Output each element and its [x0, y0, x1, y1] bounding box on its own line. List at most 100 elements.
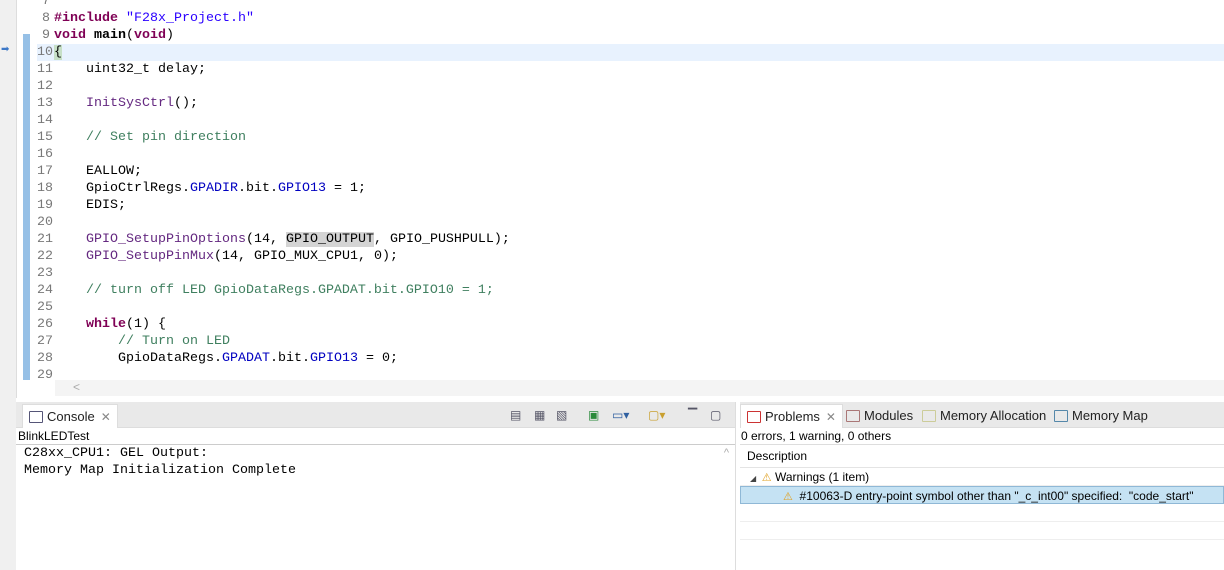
line-number: 20 [37, 215, 53, 230]
memory-allocation-icon [922, 410, 936, 422]
word-wrap-icon[interactable]: ▧ [556, 408, 567, 422]
scroll-up-icon[interactable]: ^ [724, 447, 729, 459]
code-line[interactable]: 12 [37, 78, 1224, 95]
console-output-line: C28xx_CPU1: GEL Output: [24, 446, 208, 461]
maximize-icon[interactable]: ▢ [710, 408, 721, 422]
code-line[interactable]: 23 [37, 265, 1224, 282]
problem-row[interactable]: ⚠ #10063-D entry-point symbol other than… [740, 486, 1224, 504]
code-line[interactable]: 15 // Set pin direction [37, 129, 1224, 146]
code-line[interactable]: 24 // turn off LED GpioDataRegs.GPADAT.b… [37, 282, 1224, 299]
code-token: "F28x_Project.h" [125, 11, 254, 26]
left-trim [0, 0, 16, 570]
close-icon[interactable]: ✕ [826, 410, 836, 424]
line-number: 15 [37, 130, 53, 145]
group-label: Warnings (1 item) [774, 470, 870, 484]
line-number: 22 [37, 249, 53, 264]
tab-label: Memory Map [1072, 408, 1148, 423]
code-token: .bit. [269, 351, 310, 366]
display-console-icon[interactable]: ▭▾ [612, 408, 629, 422]
code-editor[interactable]: 7 8 #include "F28x_Project.h" 9 void main(vo… [16, 0, 1224, 398]
code-line[interactable]: 27 // Turn on LED [37, 333, 1224, 350]
minimize-icon[interactable]: ▔ [688, 408, 697, 422]
code-token: = 0; [357, 351, 398, 366]
code-token: { [54, 45, 62, 60]
code-line[interactable]: 19 EDIS; [37, 197, 1224, 214]
code-token: .bit. [237, 181, 278, 196]
code-line[interactable]: 14 [37, 112, 1224, 129]
code-line[interactable]: 9 void main(void) [37, 27, 1224, 44]
line-number: 9 [42, 28, 50, 43]
line-number: 17 [37, 164, 53, 179]
line-number: 26 [37, 317, 53, 332]
code-token: (14, [245, 232, 286, 247]
tab-memory-map[interactable]: Memory Map [1048, 404, 1154, 428]
code-line[interactable]: 26 while(1) { [37, 316, 1224, 333]
scroll-lock-icon[interactable]: ▦ [534, 408, 545, 422]
line-number: 14 [37, 113, 53, 128]
line-number: 25 [37, 300, 53, 315]
code-line[interactable]: 18 GpioCtrlRegs.GPADIR.bit.GPIO13 = 1; [37, 180, 1224, 197]
code-token: GPADIR [189, 181, 238, 196]
console-icon [29, 411, 43, 423]
new-console-icon[interactable]: ▢▾ [648, 408, 665, 422]
code-token: (1) { [126, 317, 166, 332]
code-token: (); [173, 96, 198, 111]
code-token: void [54, 28, 86, 43]
tab-label: Memory Allocation [940, 408, 1047, 423]
code-token: EALLOW; [54, 164, 142, 179]
tab-problems[interactable]: Problems ✕ [740, 404, 843, 428]
memory-map-icon [1054, 410, 1068, 422]
instruction-pointer-arrow-icon: ➡ [1, 44, 10, 55]
code-token: ) [166, 28, 174, 43]
tab-console[interactable]: Console ✕ [22, 404, 118, 428]
code-token: ( [126, 28, 134, 43]
line-number: 24 [37, 283, 53, 298]
code-token: void [134, 28, 166, 43]
code-token: // turn off LED GpioDataRegs.GPADAT.bit.… [54, 283, 494, 298]
code-token: InitSysCtrl [86, 96, 174, 111]
code-token: main [94, 28, 126, 43]
code-line[interactable]: 7 [37, 0, 1224, 10]
console-output-line: Memory Map Initialization Complete [24, 463, 296, 478]
code-token: GPIO13 [309, 351, 358, 366]
collapse-icon[interactable]: ◢ [750, 474, 758, 483]
code-line[interactable]: 10{ [37, 44, 1224, 61]
code-token: while [86, 317, 126, 332]
line-number: 23 [37, 266, 53, 281]
warnings-group[interactable]: ◢ ⚠ Warnings (1 item) [740, 468, 1224, 486]
column-header-description[interactable]: Description [740, 445, 1224, 468]
horizontal-scrollbar[interactable]: < [55, 380, 1224, 396]
code-line[interactable]: 25 [37, 299, 1224, 316]
warning-icon: ⚠ [783, 491, 793, 503]
code-token: GPIO_SetupPinMux [86, 249, 214, 264]
code-line[interactable]: 17 EALLOW; [37, 163, 1224, 180]
scroll-left-icon[interactable]: < [73, 380, 80, 394]
tab-memory-allocation[interactable]: Memory Allocation [916, 404, 1052, 428]
code-token: GPIO_SetupPinOptions [86, 232, 246, 247]
problems-icon [747, 411, 761, 423]
line-number: 8 [42, 11, 50, 26]
code-token: GPIO_OUTPUT [285, 232, 374, 247]
code-token: // Turn on LED [54, 334, 230, 349]
code-line[interactable]: 21 GPIO_SetupPinOptions(14, GPIO_OUTPUT,… [37, 231, 1224, 248]
code-token: GpioCtrlRegs. [54, 181, 190, 196]
code-line[interactable]: 13 InitSysCtrl(); [37, 95, 1224, 112]
code-line[interactable]: 20 [37, 214, 1224, 231]
line-number: 7 [42, 0, 50, 9]
modules-icon [846, 410, 860, 422]
tab-modules[interactable]: Modules [840, 404, 919, 428]
code-line[interactable]: 22 GPIO_SetupPinMux(14, GPIO_MUX_CPU1, 0… [37, 248, 1224, 265]
line-number: 11 [37, 62, 53, 77]
clear-console-icon[interactable]: ▤ [510, 408, 521, 422]
code-token: EDIS; [54, 198, 126, 213]
close-icon[interactable]: ✕ [101, 410, 111, 424]
code-line[interactable]: 16 [37, 146, 1224, 163]
pin-console-icon[interactable]: ▣ [588, 408, 599, 422]
code-line[interactable]: 28 GpioDataRegs.GPADAT.bit.GPIO13 = 0; [37, 350, 1224, 367]
code-line[interactable]: 11 uint32_t delay; [37, 61, 1224, 78]
code-line[interactable]: 8 #include "F28x_Project.h" [37, 10, 1224, 27]
